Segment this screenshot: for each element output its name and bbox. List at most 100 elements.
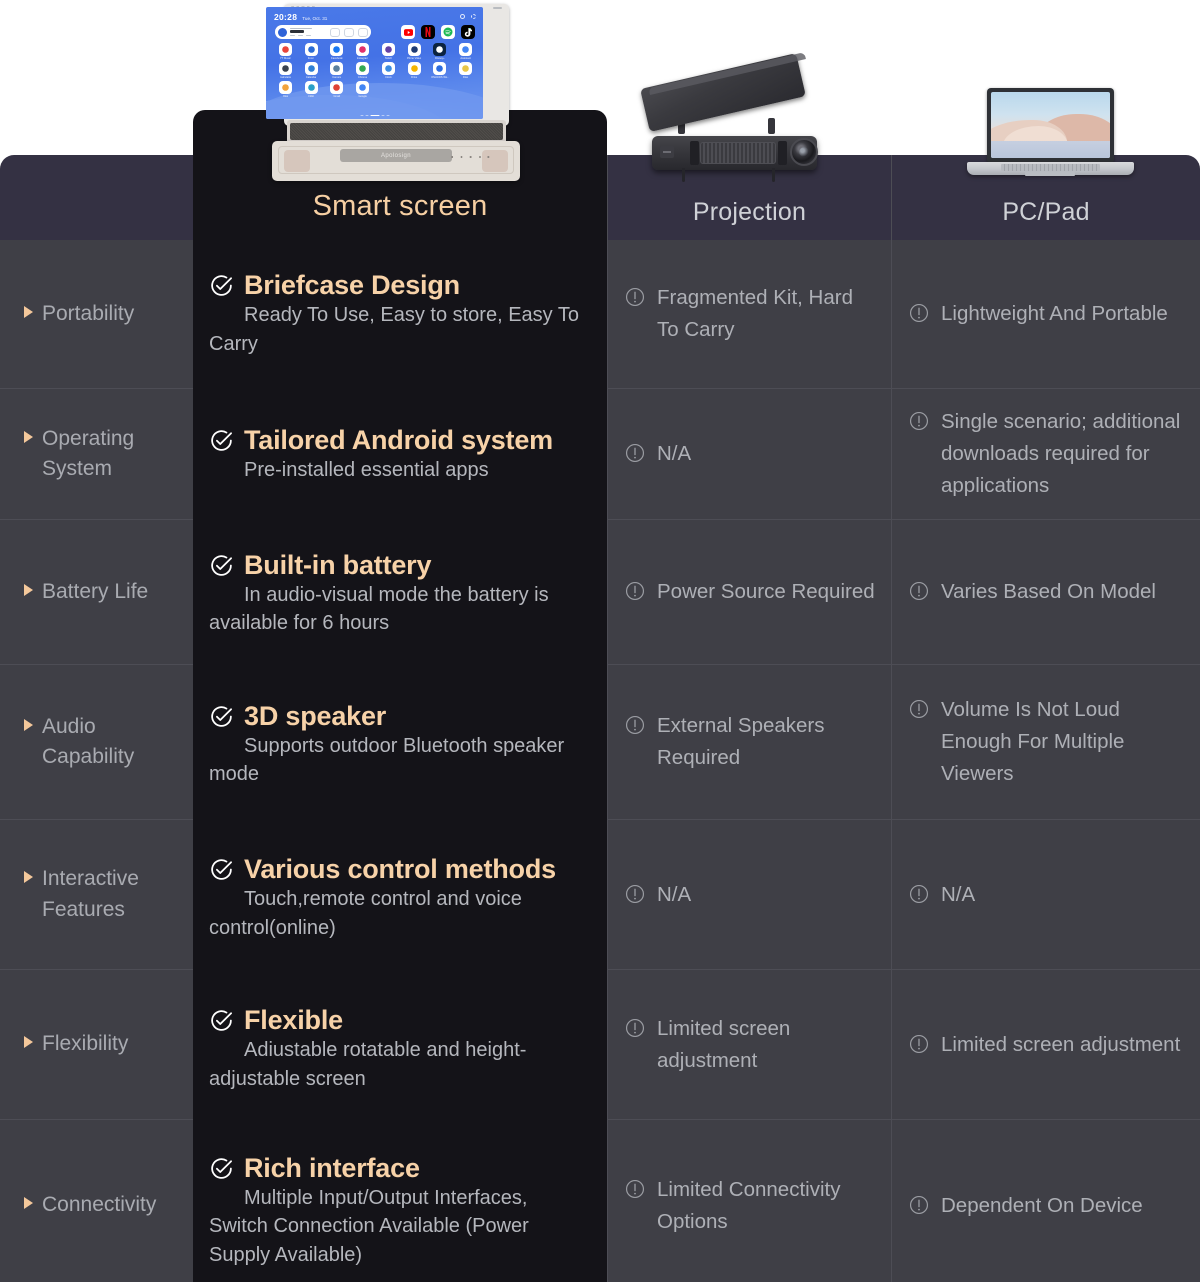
smart-screen-cell: Tailored Android system Pre-installed ess… xyxy=(193,389,607,520)
app-tile-label: Disney+ xyxy=(435,57,445,60)
app-grid: YT Music Zoom Facebook Instagram Twitch Prime… xyxy=(274,43,477,98)
smart-screen-cell: Various control methods Touch,remote cont… xyxy=(193,823,607,973)
device-brand-label: Apolosign xyxy=(381,152,411,159)
app-tile-label: Drive xyxy=(411,76,418,79)
pcpad-cell: Varies Based On Model xyxy=(891,520,1200,664)
app-icon-item: Disney+ xyxy=(429,43,452,60)
app-tile-icon xyxy=(304,62,318,75)
smart-screen-description: Ready To Use, Easy to store, Easy To Car… xyxy=(209,304,579,355)
feature-label-cell: Audio Capability xyxy=(0,665,193,819)
app-tile-icon xyxy=(407,43,421,56)
app-tile-label: Twitch xyxy=(384,57,393,60)
app-tile-icon xyxy=(381,43,395,56)
feature-label: Audio Capability xyxy=(42,714,135,768)
app-tile-icon xyxy=(433,43,447,56)
smart-screen-title: Briefcase Design xyxy=(244,270,460,301)
app-icon-item: Instagram xyxy=(351,43,374,60)
app-icon-item: Files xyxy=(274,81,297,98)
exclamation-circle-icon xyxy=(908,698,930,720)
app-tile-icon xyxy=(330,81,344,94)
app-tile-label: Prime Video xyxy=(407,57,422,60)
smart-screen-description: In audio-visual mode the battery is avai… xyxy=(209,583,549,635)
app-tile-icon xyxy=(304,43,318,56)
feature-label: Interactive Features xyxy=(42,867,139,921)
app-tile-icon xyxy=(381,62,395,75)
app-tile-label: Google xyxy=(358,95,367,98)
smart-screen-description: Adiustable rotatable and height-adjustab… xyxy=(209,1039,527,1090)
app-tile-label: Gmail xyxy=(333,95,341,98)
app-tile-icon xyxy=(356,81,370,94)
feature-label: Operating System xyxy=(42,426,135,480)
device-foot-left xyxy=(284,150,310,172)
app-icon-item: Gmail xyxy=(326,81,349,98)
pcpad-value: Varies Based On Model xyxy=(941,580,1156,604)
smart-screen-cell: Rich interface Multiple Input/Output Inte… xyxy=(193,1125,607,1282)
check-circle-icon xyxy=(209,1156,234,1181)
app-tile-label: Facebook xyxy=(331,57,343,60)
header-cell-feature xyxy=(0,155,193,240)
app-icon-item: Assistant xyxy=(454,43,477,60)
pcpad-cell: Lightweight And Portable xyxy=(891,240,1200,388)
projector-lens-center xyxy=(799,147,809,157)
projector-leg-left xyxy=(682,168,685,182)
exclamation-circle-icon xyxy=(624,442,646,464)
smart-screen-description: Pre-installed essential apps xyxy=(244,458,489,481)
projector-vent xyxy=(700,142,776,164)
feature-label-cell: Interactive Features xyxy=(0,820,193,969)
projection-cell: External Speakers Required xyxy=(607,665,891,819)
app-tiktok-icon xyxy=(461,25,475,39)
app-icon-item: Google xyxy=(351,81,374,98)
projector-grill-left xyxy=(690,141,699,165)
pcpad-value: Lightweight And Portable xyxy=(941,302,1168,326)
pcpad-cell: Dependent On Device xyxy=(891,1120,1200,1282)
projection-value: Limited Connectivity Options xyxy=(657,1177,841,1233)
triangle-bullet-icon xyxy=(24,583,33,596)
app-icon-item: Twitch xyxy=(377,43,400,60)
header-title-projection: Projection xyxy=(692,198,807,226)
smart-screen-cell: Briefcase Design Ready To Use, Easy to st… xyxy=(193,240,607,388)
exclamation-circle-icon xyxy=(908,1194,930,1216)
smart-screen-description: Supports outdoor Bluetooth speaker mode xyxy=(209,734,565,786)
triangle-bullet-icon xyxy=(24,1197,33,1210)
page-indicator xyxy=(360,114,389,116)
projector-mount-right xyxy=(768,118,775,134)
projection-value: Power Source Required xyxy=(657,580,875,604)
laptop-device-image xyxy=(963,88,1138,186)
app-tile-label: Chrome xyxy=(358,76,368,79)
device-clock: 20:28 xyxy=(274,12,298,22)
projection-cell: Limited screen adjustment xyxy=(607,970,891,1119)
feature-label-cell: Operating System xyxy=(0,389,193,519)
featured-app-row xyxy=(401,25,475,39)
exclamation-circle-icon xyxy=(908,883,930,905)
smart-screen-title: 3D speaker xyxy=(244,700,387,731)
app-tile-icon xyxy=(304,81,318,94)
app-netflix-icon xyxy=(421,25,435,39)
gear-icon xyxy=(471,14,476,19)
check-circle-icon xyxy=(209,273,234,298)
media-widget xyxy=(275,25,371,39)
app-tile-label: Calendar xyxy=(305,76,317,79)
exclamation-circle-icon xyxy=(624,883,646,905)
projector-lid xyxy=(640,53,806,133)
app-icon-item: Prime Video xyxy=(403,43,426,60)
smart-screen-description: Touch,remote control and voice control(o… xyxy=(209,888,522,939)
pcpad-value: Single scenario; additional downloads re… xyxy=(941,410,1181,497)
app-icon-item: YT Music xyxy=(274,43,297,60)
exclamation-circle-icon xyxy=(908,410,930,432)
pcpad-value: N/A xyxy=(941,882,976,906)
device-status-bar: 20:28 Tue, Oct. 31 xyxy=(274,12,327,22)
triangle-bullet-icon xyxy=(24,718,33,731)
app-tile-label: Files xyxy=(462,76,469,79)
app-tile-icon xyxy=(330,43,344,56)
app-icon-item: Calculator xyxy=(274,62,297,79)
projection-cell: Power Source Required xyxy=(607,520,891,664)
pcpad-cell: Volume Is Not Loud Enough For Multiple V… xyxy=(891,665,1200,819)
check-circle-icon xyxy=(209,704,234,729)
triangle-bullet-icon xyxy=(24,430,33,443)
feature-label-cell: Connectivity xyxy=(0,1120,193,1282)
projection-value: Fragmented Kit, Hard To Carry xyxy=(657,286,853,341)
app-tile-icon xyxy=(278,62,292,75)
app-icon-item: Chrome xyxy=(351,62,374,79)
projector-leg-right xyxy=(772,168,775,182)
projector-grill-right xyxy=(778,141,787,165)
